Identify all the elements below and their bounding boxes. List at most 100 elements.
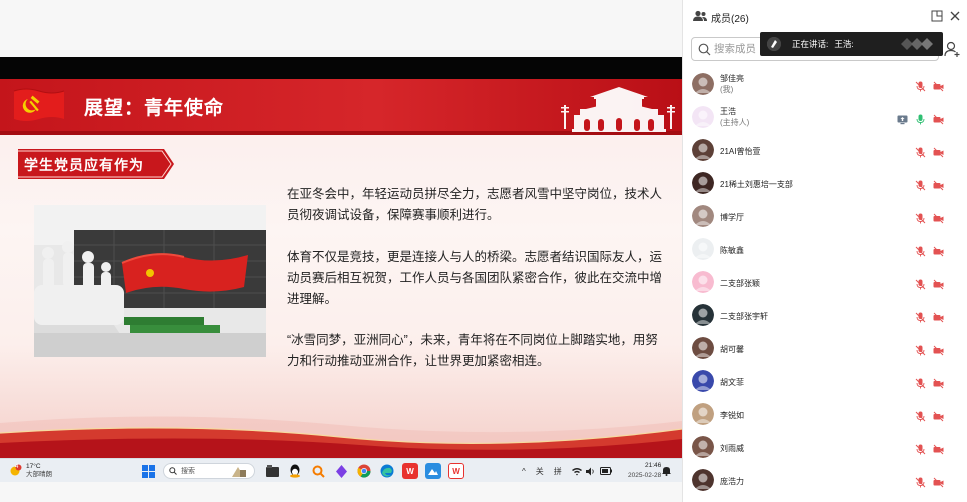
member-row[interactable]: 胡可馨 [683,332,967,365]
speaking-wave-icon [901,38,933,50]
camera-off-icon[interactable] [933,244,944,257]
mic-muted-icon[interactable] [915,376,926,389]
search-icon [698,43,711,56]
mic-muted-icon[interactable] [915,409,926,422]
close-icon[interactable] [949,10,961,22]
camera-off-icon[interactable] [933,277,944,290]
member-row[interactable]: 刘雨威 [683,431,967,464]
photos-icon[interactable] [425,463,441,479]
avatar [692,139,714,161]
avatar [692,172,714,194]
member-row[interactable]: 庞浩力 [683,464,967,497]
member-row[interactable]: 王浩 (主持人) [683,101,967,134]
system-tray: ^ 关 拼 [522,459,612,483]
chrome-icon[interactable] [356,463,372,479]
camera-off-icon[interactable] [933,343,944,356]
member-row[interactable]: 二支部张宇轩 [683,299,967,332]
avatar [692,304,714,326]
wps-red-icon[interactable]: W [448,463,464,479]
member-row[interactable]: 李锐如 [683,398,967,431]
member-name: 邹佳亮 [720,74,744,83]
speaking-name: 王浩: [834,39,854,49]
slide-bottom-wave [0,416,682,458]
member-name: 李锐如 [720,411,744,420]
member-row[interactable]: 二支部张颖 [683,266,967,299]
popout-icon[interactable] [931,10,943,22]
camera-off-icon[interactable] [933,79,944,92]
avatar [692,73,714,95]
taskbar-clock[interactable]: 21:46 2025-02-28 [628,461,661,481]
tray-ime-pinyin[interactable]: 拼 [554,466,562,477]
mic-muted-icon[interactable] [915,475,926,488]
speaker-avatar [767,37,781,51]
mic-muted-icon[interactable] [915,277,926,290]
search-app-icon[interactable] [310,463,326,479]
member-name: 陈敏鑫 [720,246,744,255]
taskbar-search-label: 搜索 [181,468,195,475]
slide-paragraph-2: 体育不仅是竞技，更是连接人与人的桥梁。志愿者结识国际友人，运动员赛后相互祝贺，工… [287,250,663,306]
file-explorer-icon[interactable] [264,463,280,479]
mic-muted-icon[interactable] [915,79,926,92]
party-flag-icon [13,88,65,121]
taskbar-search-box[interactable]: 搜索 [163,463,255,479]
qq-icon[interactable] [287,463,303,479]
camera-off-icon[interactable] [933,211,944,224]
avatar [692,106,714,128]
mic-muted-icon[interactable] [915,145,926,158]
mic-muted-icon[interactable] [915,310,926,323]
mic-muted-icon[interactable] [915,178,926,191]
section-tag-text: 学生党员应有作为 [24,157,144,173]
camera-off-icon[interactable] [933,112,944,125]
mic-active-icon[interactable] [915,112,926,125]
mic-muted-icon[interactable] [915,211,926,224]
member-name: 博学厅 [720,213,744,222]
member-name: 21稀土刘惠培一支部 [720,180,793,189]
screen-top-black-bar [0,57,682,79]
camera-off-icon[interactable] [933,310,944,323]
weather-description: 大部晴朗 [26,471,52,478]
speaking-indicator: 正在讲话: 王浩: [760,32,943,56]
wifi-icon[interactable] [571,467,582,476]
tray-chevron-up-icon[interactable]: ^ [522,467,526,476]
member-name: 21AI曾怡萱 [720,147,761,156]
windows-start-icon[interactable] [140,463,156,479]
weather-widget[interactable]: 4 17°C 大部晴朗 [8,459,52,483]
mic-muted-icon[interactable] [915,343,926,356]
member-row[interactable]: 21AI曾怡萱 [683,134,967,167]
presentation-slide: 展望：青年使命 学生党员应有作为 在亚冬会中，年轻运动员拼尽全力，志愿者风雪中坚… [0,79,682,458]
tiananmen-silhouette-icon [561,87,675,132]
windows-taskbar: 4 17°C 大部晴朗 搜索 W W ^ 关 拼 21:46 2025-02-2… [0,458,682,482]
notification-bell-icon[interactable] [662,466,671,476]
mic-muted-icon[interactable] [915,442,926,455]
camera-off-icon[interactable] [933,178,944,191]
weather-sun-icon: 4 [8,464,22,478]
member-name: 胡可馨 [720,345,744,354]
member-search-input[interactable] [714,41,762,57]
tray-ime-mode[interactable]: 关 [536,466,544,477]
member-row[interactable]: 博学厅 [683,200,967,233]
member-name: 胡文菲 [720,378,744,387]
camera-off-icon[interactable] [933,409,944,422]
member-row[interactable]: 21稀土刘惠培一支部 [683,167,967,200]
edge-icon[interactable] [379,463,395,479]
member-list: 邹佳亮 (我) 王浩 (主持人) 21AI曾怡萱 21稀土刘惠培一支部 博学厅陈敏鑫二支部张… [683,68,967,497]
mic-muted-icon[interactable] [915,244,926,257]
member-row[interactable]: 胡文菲 [683,365,967,398]
onenote-icon[interactable] [333,463,349,479]
member-row[interactable]: 陈敏鑫 [683,233,967,266]
camera-off-icon[interactable] [933,475,944,488]
camera-off-icon[interactable] [933,442,944,455]
clock-date: 2025-02-28 [628,472,662,479]
member-row[interactable]: 邹佳亮 (我) [683,68,967,101]
battery-icon[interactable] [599,467,612,475]
taskbar-app-area: 搜索 W W [140,459,471,483]
invite-member-icon[interactable] [943,40,961,58]
screen-share-icon[interactable] [897,112,908,125]
members-icon [693,10,707,21]
wps-icon[interactable]: W [402,463,418,479]
camera-off-icon[interactable] [933,376,944,389]
slide-paragraph-3: “冰雪同梦，亚洲同心”，未来，青年将在不同岗位上脚踏实地，用努力和行动推动亚洲合… [287,333,658,368]
camera-off-icon[interactable] [933,145,944,158]
volume-icon[interactable] [585,467,596,476]
avatar [692,370,714,392]
